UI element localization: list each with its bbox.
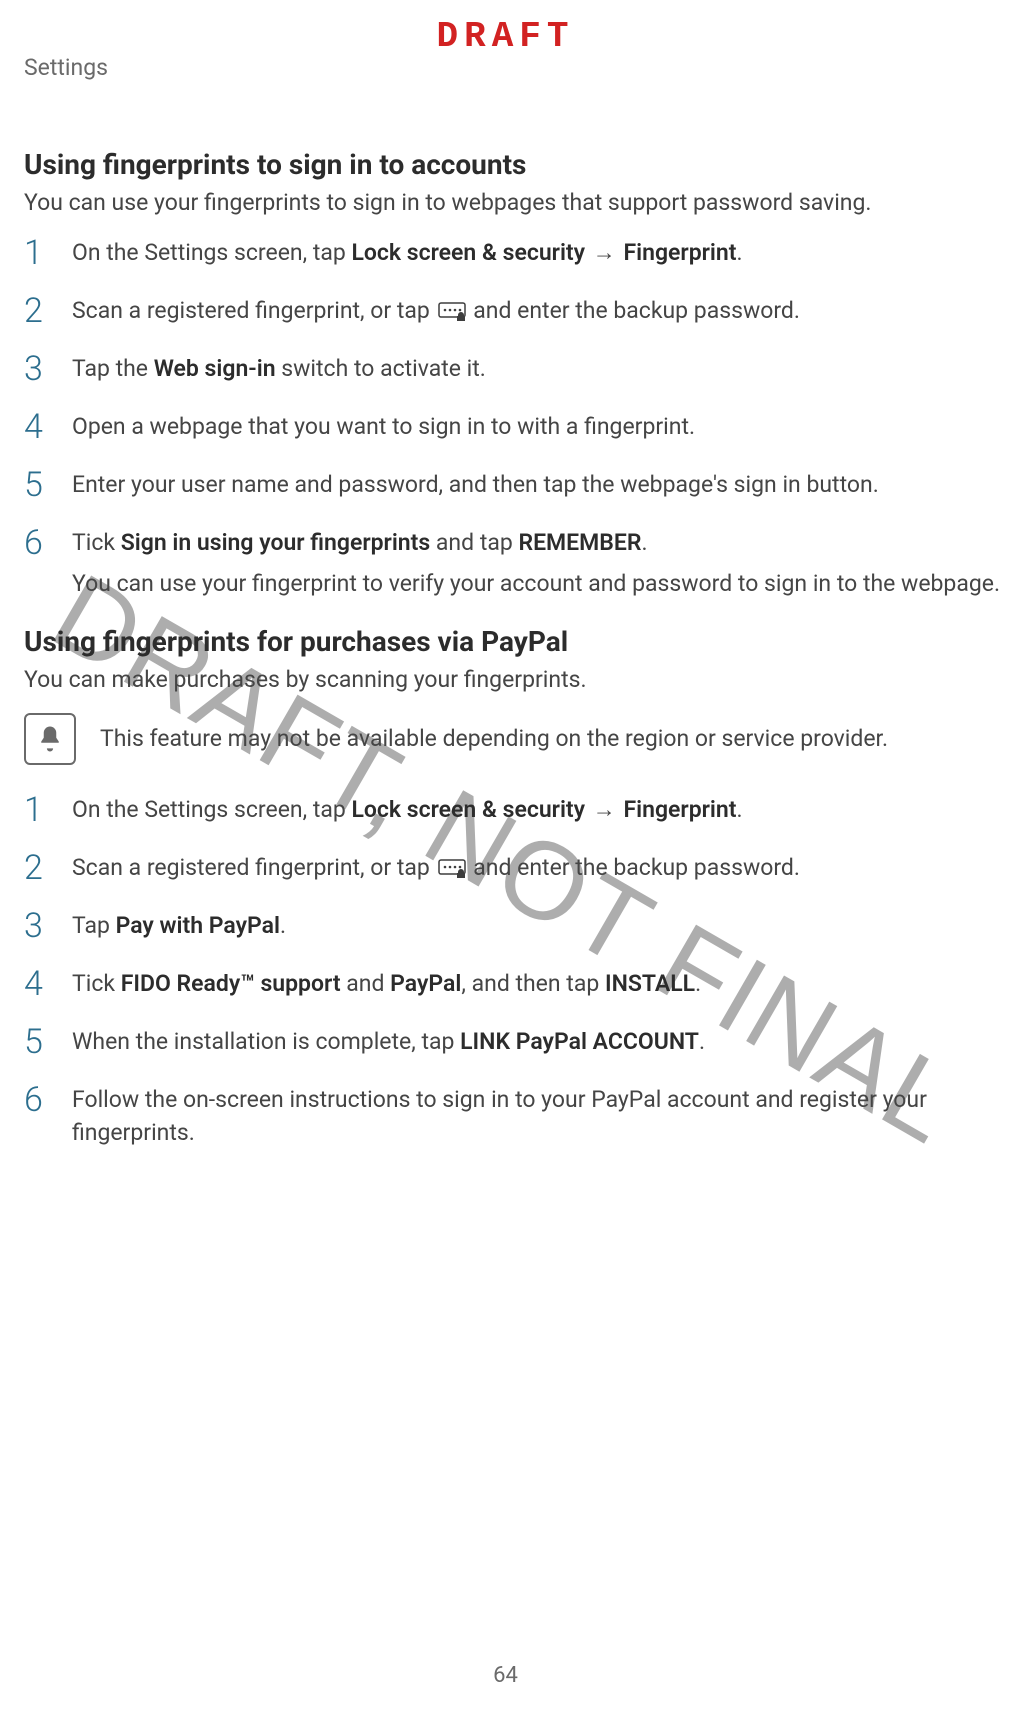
callout-text: This feature may not be available depend… bbox=[100, 723, 888, 755]
step-text: On the Settings screen, tap Lock screen … bbox=[72, 236, 1001, 269]
step: 3 Tap Pay with PayPal. bbox=[24, 909, 1001, 943]
step: 5 Enter your user name and password, and… bbox=[24, 468, 1001, 502]
bell-icon bbox=[24, 713, 76, 765]
step-number: 2 bbox=[24, 294, 54, 328]
step-text: When the installation is complete, tap L… bbox=[72, 1025, 1001, 1058]
section2-steps: 1 On the Settings screen, tap Lock scree… bbox=[24, 793, 1001, 1150]
section2-intro: You can make purchases by scanning your … bbox=[24, 664, 1001, 695]
step-text: Tick FIDO Ready™ support and PayPal, and… bbox=[72, 967, 1001, 1000]
step: 2 Scan a registered fingerprint, or tap … bbox=[24, 851, 1001, 885]
step-subtext: You can use your fingerprint to verify y… bbox=[72, 567, 1001, 600]
step: 1 On the Settings screen, tap Lock scree… bbox=[24, 793, 1001, 827]
step-number: 1 bbox=[24, 236, 54, 270]
step: 6 Tick Sign in using your fingerprints a… bbox=[24, 526, 1001, 601]
step: 4 Tick FIDO Ready™ support and PayPal, a… bbox=[24, 967, 1001, 1001]
section1-title: Using fingerprints to sign in to account… bbox=[24, 148, 1001, 181]
step-number: 1 bbox=[24, 793, 54, 827]
page: DRAFT Settings DRAFT, NOT FINAL Using fi… bbox=[0, 0, 1011, 1718]
step-number: 2 bbox=[24, 851, 54, 885]
step-number: 5 bbox=[24, 1025, 54, 1059]
section1-intro: You can use your fingerprints to sign in… bbox=[24, 187, 1001, 218]
page-number: 64 bbox=[0, 1663, 1011, 1688]
step-text: Scan a registered fingerprint, or tap an… bbox=[72, 851, 1001, 884]
step-number: 6 bbox=[24, 526, 54, 560]
step: 3 Tap the Web sign-in switch to activate… bbox=[24, 352, 1001, 386]
step: 5 When the installation is complete, tap… bbox=[24, 1025, 1001, 1059]
step-text: Tick Sign in using your fingerprints and… bbox=[72, 526, 1001, 601]
step: 6 Follow the on-screen instructions to s… bbox=[24, 1083, 1001, 1150]
step-number: 4 bbox=[24, 410, 54, 444]
note-callout: This feature may not be available depend… bbox=[24, 713, 1001, 765]
step: 2 Scan a registered fingerprint, or tap … bbox=[24, 294, 1001, 328]
step-text: Tap Pay with PayPal. bbox=[72, 909, 1001, 942]
content: Using fingerprints to sign in to account… bbox=[24, 130, 1001, 1173]
step-text: Open a webpage that you want to sign in … bbox=[72, 410, 1001, 443]
backup-password-icon bbox=[438, 859, 466, 879]
step-text: Tap the Web sign-in switch to activate i… bbox=[72, 352, 1001, 385]
section1-steps: 1 On the Settings screen, tap Lock scree… bbox=[24, 236, 1001, 601]
step: 1 On the Settings screen, tap Lock scree… bbox=[24, 236, 1001, 270]
step-text: On the Settings screen, tap Lock screen … bbox=[72, 793, 1001, 826]
step-text: Scan a registered fingerprint, or tap an… bbox=[72, 294, 1001, 327]
breadcrumb: Settings bbox=[24, 54, 108, 81]
step-number: 6 bbox=[24, 1083, 54, 1117]
draft-header: DRAFT bbox=[0, 16, 1011, 57]
step-number: 3 bbox=[24, 352, 54, 386]
step-number: 4 bbox=[24, 967, 54, 1001]
step: 4 Open a webpage that you want to sign i… bbox=[24, 410, 1001, 444]
section2-title: Using fingerprints for purchases via Pay… bbox=[24, 625, 1001, 658]
step-number: 5 bbox=[24, 468, 54, 502]
backup-password-icon bbox=[438, 302, 466, 322]
step-number: 3 bbox=[24, 909, 54, 943]
step-text: Follow the on-screen instructions to sig… bbox=[72, 1083, 1001, 1150]
step-text: Enter your user name and password, and t… bbox=[72, 468, 1001, 501]
